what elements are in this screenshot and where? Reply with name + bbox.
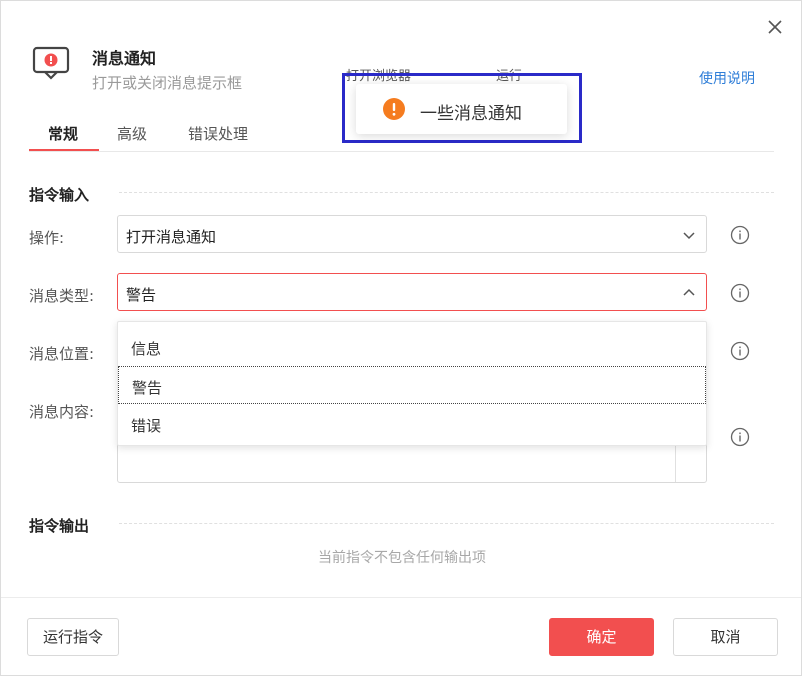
info-icon[interactable]: [730, 225, 750, 245]
empty-output-text: 当前指令不包含任何输出项: [318, 550, 486, 566]
tab-error-handling[interactable]: 错误处理: [188, 123, 248, 144]
page-subtitle: 打开或关闭消息提示框: [92, 74, 243, 92]
run-command-button[interactable]: 运行指令: [27, 618, 119, 656]
operation-value: 打开消息通知: [126, 228, 217, 246]
toast-notification: 一些消息通知: [356, 84, 567, 134]
option-info[interactable]: 信息: [118, 328, 706, 366]
tab-active-indicator: [29, 149, 99, 151]
footer-divider: [1, 597, 801, 598]
operation-label: 操作:: [29, 229, 65, 247]
output-section-title: 指令输出: [29, 517, 90, 535]
message-type-label: 消息类型:: [29, 287, 95, 305]
message-type-dropdown: 信息 警告 错误: [117, 321, 707, 446]
tab-advanced[interactable]: 高级: [117, 123, 147, 144]
operation-select[interactable]: 打开消息通知: [117, 215, 707, 253]
notification-dialog: 消息通知 打开或关闭消息提示框 使用说明 常规 高级 错误处理 指令输入 操作:…: [0, 0, 802, 676]
divider: [119, 192, 774, 193]
input-section-title: 指令输入: [29, 186, 90, 204]
page-title: 消息通知: [92, 49, 157, 68]
toast-message: 一些消息通知: [420, 104, 522, 124]
info-icon[interactable]: [730, 283, 750, 303]
close-icon[interactable]: [763, 15, 787, 39]
confirm-button[interactable]: 确定: [549, 618, 654, 656]
info-icon[interactable]: [730, 341, 750, 361]
message-content-label: 消息内容:: [29, 403, 95, 421]
tab-general[interactable]: 常规: [48, 123, 78, 144]
message-type-select[interactable]: 警告: [117, 273, 707, 311]
chevron-up-icon: [682, 285, 696, 299]
chevron-down-icon: [682, 227, 696, 241]
message-type-value: 警告: [126, 286, 157, 304]
cancel-button[interactable]: 取消: [673, 618, 778, 656]
message-icon: [31, 45, 71, 81]
message-position-label: 消息位置:: [29, 345, 95, 363]
option-error[interactable]: 错误: [118, 405, 706, 443]
help-link[interactable]: 使用说明: [699, 68, 755, 88]
option-warning[interactable]: 警告: [118, 366, 706, 404]
divider: [119, 523, 774, 524]
info-icon[interactable]: [730, 427, 750, 447]
warning-icon: [382, 97, 406, 121]
